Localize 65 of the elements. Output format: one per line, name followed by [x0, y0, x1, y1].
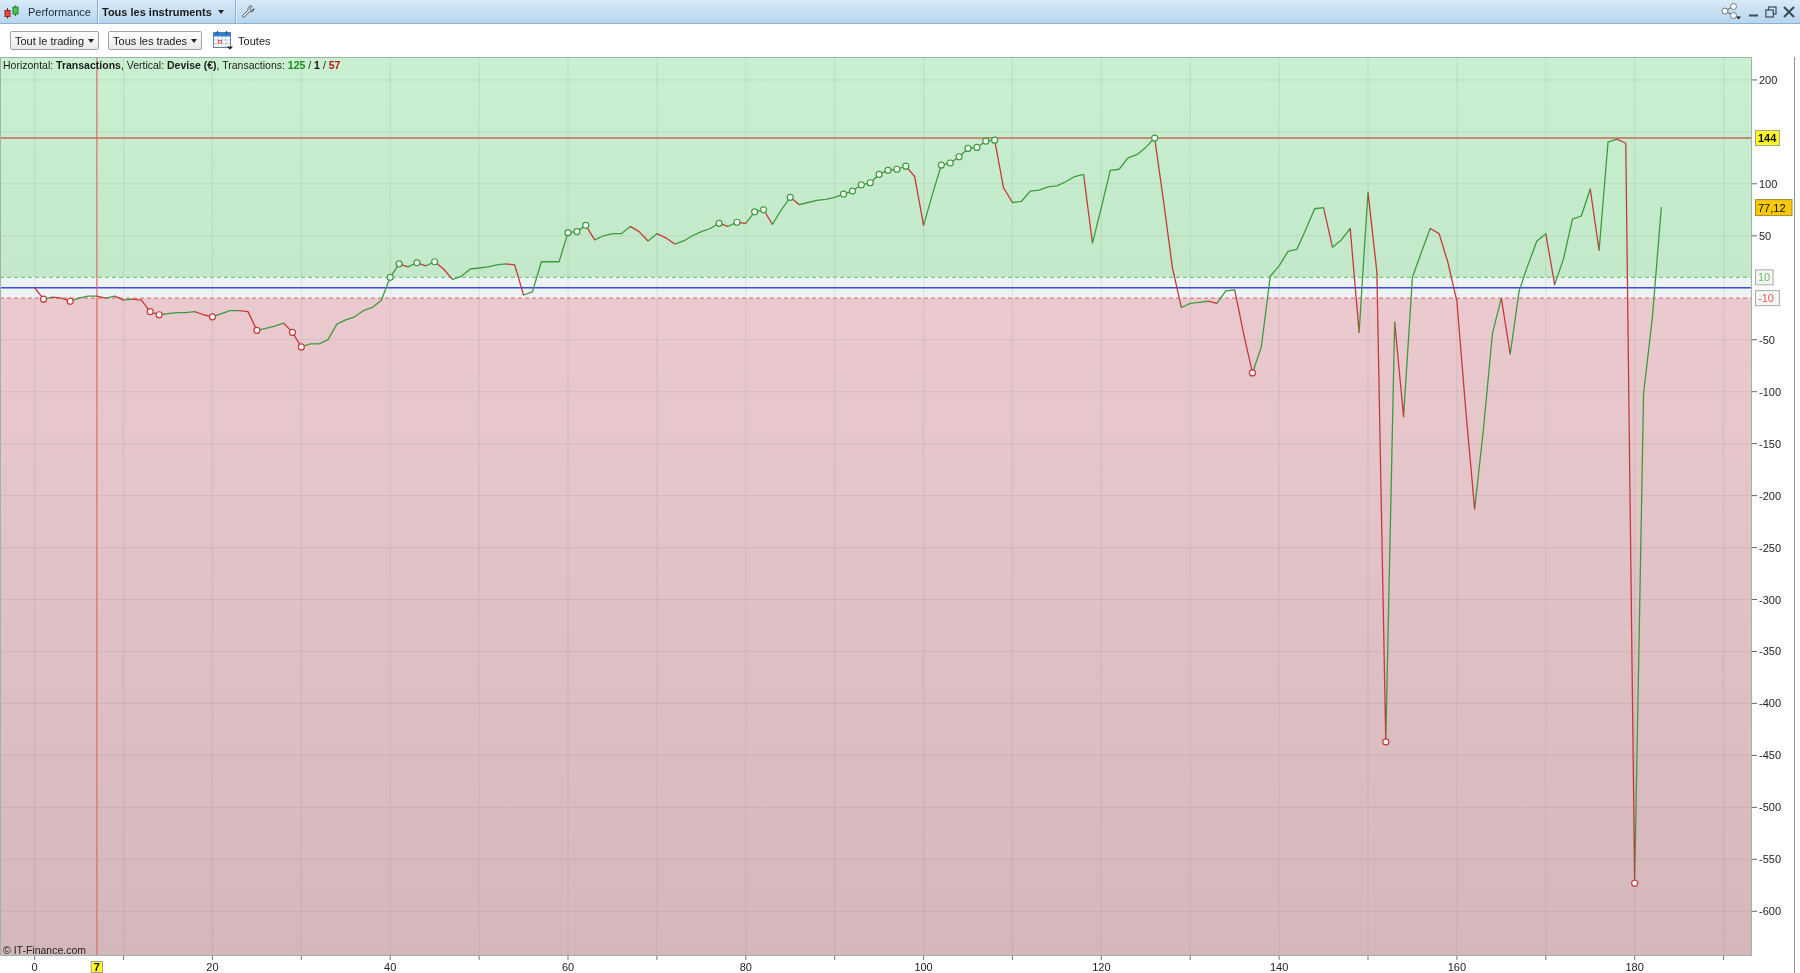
instrument-dropdown[interactable]: Tous les instruments — [98, 0, 235, 23]
circle-marker-icon — [39, 295, 48, 303]
circle-marker-icon — [1248, 369, 1257, 377]
close-icon[interactable] — [1783, 5, 1795, 18]
y-tick-label: -600 — [1759, 905, 1782, 918]
circle-marker-icon — [386, 273, 394, 281]
threshold-label: -10 — [1755, 290, 1780, 307]
y-tick-label: -50 — [1759, 333, 1775, 346]
chart-legend: Horizontal: Transactions, Vertical: Devise (€), Transactions: 125 / 1 / 57 — [3, 59, 341, 71]
y-tick-label: -400 — [1759, 697, 1782, 710]
x-tick-label: 40 — [384, 961, 397, 973]
y-tick-label: 200 — [1759, 73, 1778, 86]
filter-dropdown[interactable]: Tous les trades — [108, 31, 203, 50]
value-badge: 144 — [1755, 130, 1780, 147]
y-tick-label: 50 — [1759, 229, 1772, 242]
x-tick-label: 100 — [914, 961, 933, 973]
copyright-text: © IT-Finance.com — [3, 944, 86, 956]
y-tick-label: -350 — [1759, 645, 1782, 658]
calendar-icon — [213, 31, 235, 50]
share-icon[interactable] — [1721, 3, 1741, 20]
circle-marker-icon — [1631, 879, 1639, 887]
ref-line-label: -10 — [1758, 292, 1774, 305]
x-tick-label: 60 — [561, 961, 575, 973]
last-value-badge: 77,12 — [1755, 199, 1793, 217]
caret-icon — [88, 38, 95, 43]
circle-marker-icon — [253, 326, 261, 334]
x-tick-label: 180 — [1625, 961, 1644, 973]
y-tick-label: -500 — [1759, 801, 1782, 814]
restore-icon[interactable] — [1765, 5, 1777, 18]
ref-line-label: 7 — [93, 961, 100, 973]
window-title: Performance — [27, 5, 92, 18]
circle-marker-icon — [208, 313, 217, 321]
period-selector[interactable]: Toutes — [211, 31, 271, 50]
y-tick-label: 100 — [1759, 177, 1778, 190]
circle-marker-icon — [297, 343, 305, 351]
x-tick-label: 120 — [1092, 961, 1111, 973]
caret-icon — [191, 38, 198, 43]
circle-marker-icon — [395, 260, 403, 268]
y-tick-label: -300 — [1759, 593, 1782, 606]
x-tick-label: 20 — [206, 961, 219, 973]
y-tick-label: -100 — [1759, 385, 1782, 398]
y-tick-label: -150 — [1759, 437, 1782, 450]
filter-dropdown[interactable]: Tout le trading — [10, 31, 100, 50]
x-tick-label: 160 — [1447, 961, 1467, 973]
circle-marker-icon — [733, 218, 741, 226]
circle-marker-icon — [413, 259, 421, 267]
y-tick-label: -450 — [1759, 749, 1782, 762]
circle-marker-icon — [1151, 134, 1159, 142]
circle-marker-icon — [1382, 738, 1390, 746]
candlestick-icon — [4, 4, 19, 19]
marker-badge: 7 — [90, 961, 104, 973]
circle-marker-icon — [431, 258, 439, 266]
wrench-icon[interactable] — [241, 5, 255, 18]
y-tick-label: -200 — [1759, 489, 1782, 502]
circle-marker-icon — [66, 297, 74, 305]
caret-icon — [217, 9, 224, 14]
y-tick-label: -250 — [1759, 541, 1782, 554]
x-tick-label: 80 — [739, 961, 752, 973]
x-tick-label: 0 — [31, 961, 38, 973]
circle-marker-icon — [715, 219, 723, 227]
y-tick-label: -550 — [1759, 853, 1782, 866]
threshold-label: 10 — [1755, 269, 1774, 286]
circle-marker-icon — [786, 193, 794, 201]
circle-marker-icon — [288, 328, 297, 337]
x-tick-label: 140 — [1269, 961, 1289, 973]
